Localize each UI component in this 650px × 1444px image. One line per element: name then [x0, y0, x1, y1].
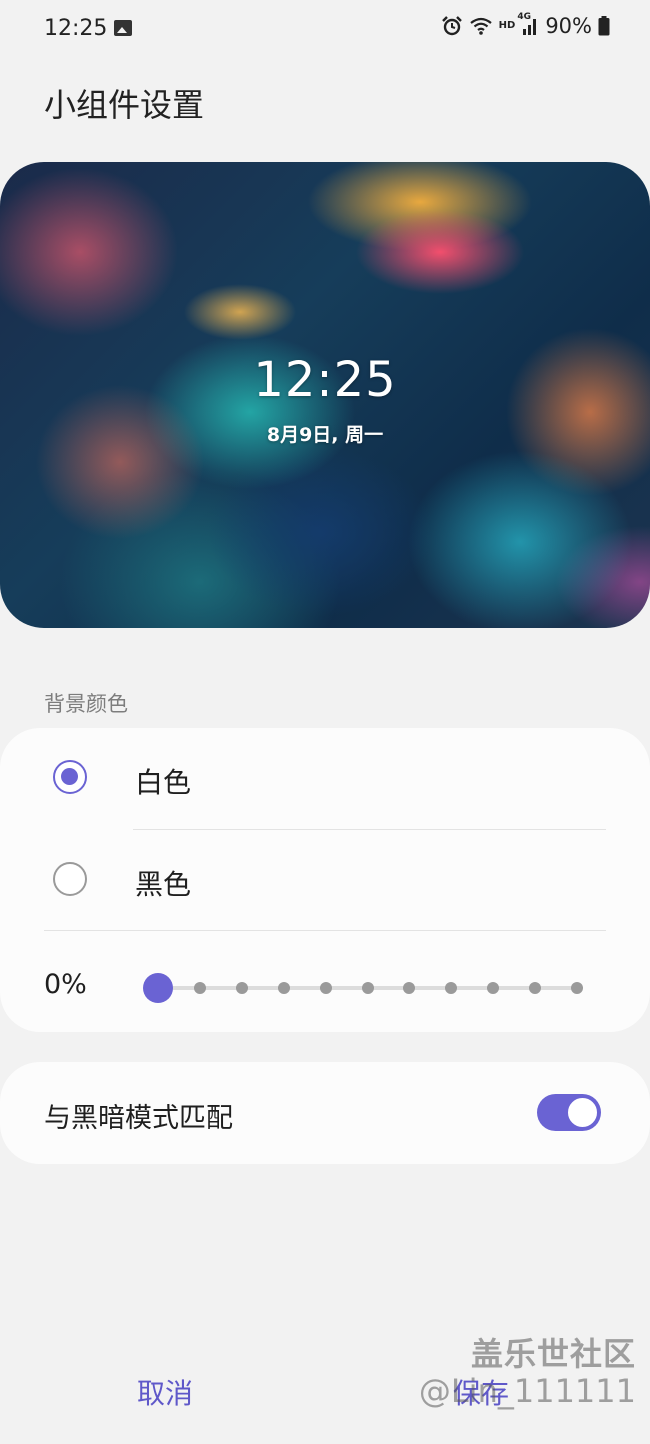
wifi-icon	[469, 16, 493, 36]
slider-step-dot	[361, 982, 374, 994]
radio-black[interactable]	[53, 862, 87, 896]
alarm-icon	[441, 15, 463, 37]
signal-icon: 4G	[517, 12, 539, 36]
battery-icon	[598, 16, 610, 36]
background-color-card: 白色 黑色 0%	[0, 728, 650, 1032]
preview-clock: 12:25	[253, 352, 397, 408]
slider-step-dot	[193, 982, 206, 994]
dark-mode-label: 与黑暗模式匹配	[44, 1103, 233, 1134]
dark-mode-card: 与黑暗模式匹配	[0, 1062, 650, 1164]
option-white-label: 白色	[135, 766, 192, 799]
transparency-slider[interactable]	[143, 973, 590, 1003]
slider-step-dot	[319, 982, 332, 994]
slider-thumb[interactable]	[143, 973, 173, 1003]
slider-step-dot	[277, 982, 290, 994]
slider-step-dot	[445, 982, 458, 994]
option-white[interactable]: 白色	[0, 728, 650, 828]
watermark-brand: 盖乐世社区	[470, 1335, 636, 1373]
battery-percent: 90%	[545, 14, 592, 38]
section-header-background-color: 背景颜色	[44, 692, 128, 716]
slider-step-dot	[487, 982, 500, 994]
network-label: 4G	[517, 12, 531, 22]
watermark: 盖乐世社区 @Lin_111111	[419, 1336, 636, 1410]
watermark-user: @Lin_111111	[418, 1371, 636, 1410]
status-bar: 12:25 HD 4G 90%	[0, 0, 650, 58]
toggle-knob	[566, 1096, 599, 1129]
widget-preview: 12:25 8月9日, 周一	[0, 162, 650, 628]
status-icons: HD 4G 90%	[441, 12, 610, 38]
option-black[interactable]: 黑色	[0, 830, 650, 930]
divider	[44, 930, 606, 931]
hd-label: HD	[498, 20, 516, 31]
image-icon	[114, 20, 132, 36]
option-black-label: 黑色	[135, 868, 192, 901]
radio-white[interactable]	[53, 760, 87, 794]
slider-step-dot	[235, 982, 248, 994]
status-time: 12:25	[44, 16, 108, 41]
transparency-row: 0%	[0, 933, 650, 1033]
slider-step-dot	[403, 982, 416, 994]
slider-step-dot	[529, 982, 542, 994]
dark-mode-toggle[interactable]	[537, 1094, 601, 1131]
cancel-button[interactable]: 取消	[137, 1372, 193, 1412]
transparency-value: 0%	[44, 969, 87, 1000]
preview-date: 8月9日, 周一	[266, 424, 384, 446]
page-title: 小组件设置	[44, 86, 205, 124]
slider-step-dot	[571, 982, 583, 994]
